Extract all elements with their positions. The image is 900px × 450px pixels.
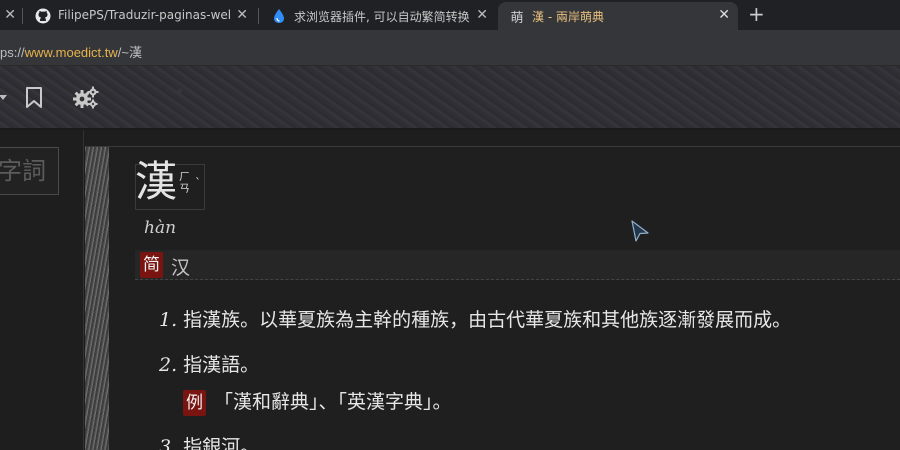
water-drop-icon: [270, 7, 288, 25]
definition-item: 3. 指銀河。: [159, 432, 259, 450]
url-scheme: ps://: [0, 45, 25, 60]
pinyin-text: hàn: [144, 218, 177, 238]
headword-character[interactable]: 漢: [135, 156, 177, 208]
dropdown-caret-icon[interactable]: [0, 86, 8, 110]
zhuyin-text: ㄏㄢ: [179, 170, 190, 195]
definition-number: 3.: [159, 436, 178, 450]
tab-close-icon[interactable]: ✕: [476, 8, 488, 22]
gears-icon[interactable]: [71, 86, 101, 110]
url-text[interactable]: ps://www.moedict.tw/~漢: [0, 42, 142, 61]
new-tab-icon[interactable]: +: [748, 3, 765, 25]
example-badge: 例: [183, 390, 206, 416]
tab-title: FilipePS/Traduzir-paginas-web: [58, 8, 230, 22]
tab-strip: ✕ FilipePS/Traduzir-paginas-web ✕ 求浏览器插件…: [0, 0, 900, 30]
search-input[interactable]: 字詞: [0, 147, 59, 195]
entry-card: 漢 ㄏㄢ ˋ hàn 简 汉 1. 指漢族。以華夏族為主幹的種族，由古代華夏族和其…: [109, 147, 900, 450]
example-text: 「漢和辭典」、「英漢字典」。: [214, 391, 452, 413]
bookmark-icon[interactable]: [24, 86, 44, 110]
definition-text: 指漢族。以華夏族為主幹的種族，由古代華夏族和其他族逐漸發展而成。: [183, 309, 792, 331]
tab-forum[interactable]: 求浏览器插件, 可以自动繁简转换 ✕: [260, 2, 496, 30]
simplified-row: 简 汉: [135, 250, 900, 280]
tab-partial[interactable]: ✕: [0, 2, 16, 30]
site-toolbar: [0, 66, 900, 130]
tab-separator: [22, 8, 23, 24]
decorative-stripe: [85, 147, 109, 450]
tab-title: 求浏览器插件, 可以自动繁简转换: [294, 10, 470, 24]
sidebar: 字詞: [0, 130, 84, 450]
definition-number: 2.: [159, 354, 178, 376]
tab-close-icon[interactable]: ✕: [236, 8, 248, 22]
url-host: www.moedict.tw: [24, 45, 118, 60]
tab-github[interactable]: FilipePS/Traduzir-paginas-web ✕: [24, 2, 256, 30]
definition-item: 2. 指漢語。: [159, 350, 259, 377]
tone-mark: ˋ: [195, 176, 201, 190]
mouse-cursor-icon: [630, 220, 650, 248]
tab-moedict[interactable]: 萌 漢 - 兩岸萌典 ✕: [498, 2, 738, 30]
simplified-character[interactable]: 汉: [171, 253, 190, 280]
github-icon: [34, 7, 52, 25]
definition-number: 1.: [159, 309, 178, 331]
definition-text: 指漢語。: [183, 354, 260, 376]
url-path: /~漢: [117, 45, 142, 60]
tab-close-icon[interactable]: ✕: [4, 8, 16, 22]
main-content: 漢 ㄏㄢ ˋ hàn 简 汉 1. 指漢族。以華夏族為主幹的種族，由古代華夏族和其…: [85, 130, 900, 450]
definition-item: 1. 指漢族。以華夏族為主幹的種族，由古代華夏族和其他族逐漸發展而成。: [159, 305, 791, 332]
tab-separator: [258, 8, 259, 24]
tab-title: 漢 - 兩岸萌典: [532, 10, 604, 24]
tab-close-icon[interactable]: ✕: [718, 8, 730, 22]
moedict-icon: 萌: [510, 10, 524, 26]
address-bar[interactable]: ps://www.moedict.tw/~漢: [0, 30, 900, 66]
example-line: 例「漢和辭典」、「英漢字典」。: [183, 387, 452, 416]
definition-text: 指銀河。: [183, 436, 260, 450]
simplified-badge: 简: [140, 252, 163, 278]
